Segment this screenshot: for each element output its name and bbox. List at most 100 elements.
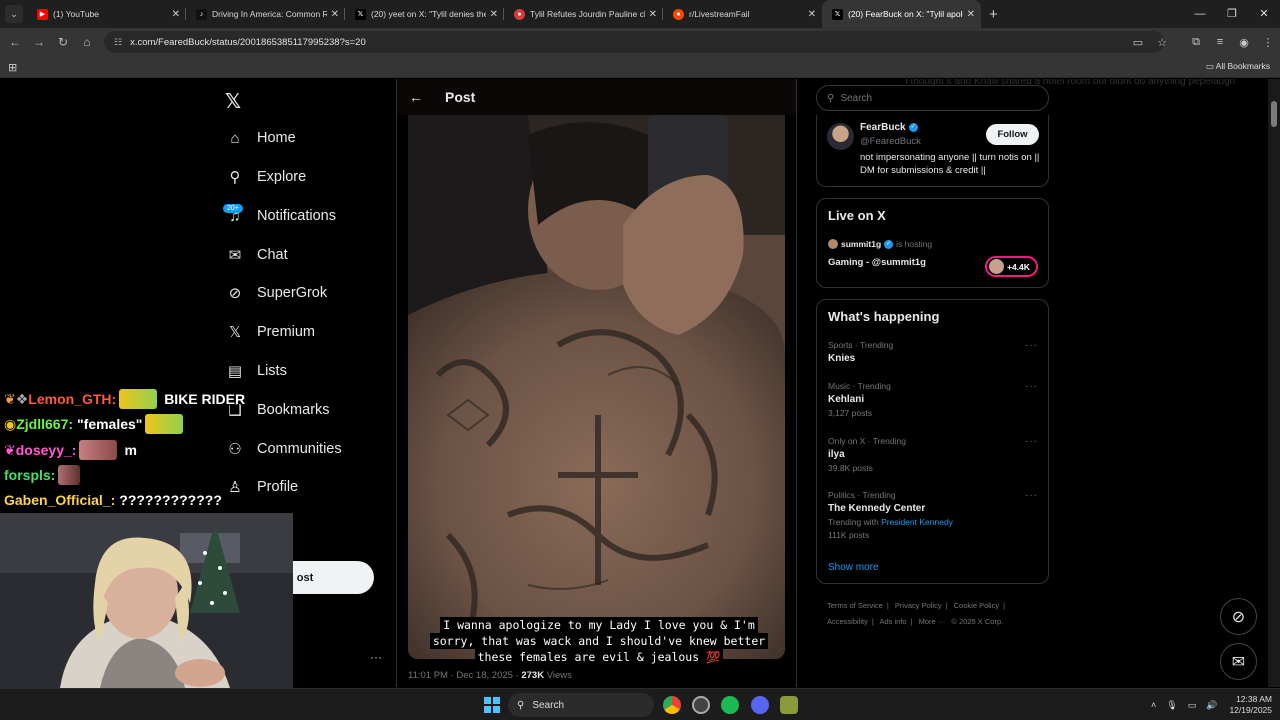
chevron-up-icon[interactable]: ˄: [1151, 700, 1156, 710]
apps-icon[interactable]: ⊞: [8, 61, 17, 74]
ads-info-link[interactable]: Ads info: [879, 617, 906, 626]
menu-icon[interactable]: ⋮: [1256, 36, 1280, 49]
close-window-button[interactable]: ✕: [1248, 0, 1280, 28]
minimize-button[interactable]: —: [1184, 0, 1216, 28]
reload-icon[interactable]: ↻: [51, 35, 75, 49]
nav-label: Home: [257, 130, 296, 146]
nav-premium[interactable]: 𝕏 Premium: [224, 317, 315, 347]
chat-text: "females": [77, 416, 143, 432]
star-icon[interactable]: ☆: [1150, 36, 1174, 49]
avatar[interactable]: ◉: [1232, 36, 1256, 49]
discord-icon[interactable]: [751, 696, 769, 714]
profile-name-text: FearBuck: [860, 122, 906, 133]
tab-tiktok[interactable]: ♪ Driving In America: Common R ✕: [186, 0, 345, 28]
system-tray: ˄ 🎙 ▭ 🔊 12:38 AM 12/19/2025: [1141, 689, 1272, 720]
close-icon[interactable]: ✕: [490, 9, 498, 20]
footer-separator: |: [871, 617, 874, 626]
follow-button[interactable]: Follow: [986, 124, 1039, 145]
tab-search-button[interactable]: ⌄: [5, 5, 23, 23]
privacy-link[interactable]: Privacy Policy: [895, 601, 942, 610]
accessibility-link[interactable]: Accessibility: [827, 617, 868, 626]
nav-chat[interactable]: ✉ Chat: [224, 240, 288, 270]
live-host[interactable]: summit1g ✓ is hosting: [828, 239, 932, 249]
grok-icon[interactable]: ⊘: [1220, 598, 1257, 635]
trend-item[interactable]: Politics · Trending The Kennedy Center T…: [828, 490, 1038, 540]
show-more-link[interactable]: Show more: [828, 562, 879, 573]
windows-start-icon[interactable]: [484, 697, 500, 713]
emote: [145, 414, 184, 434]
trend-item[interactable]: Sports · Trending Knies ···: [828, 340, 1038, 364]
column-divider: [396, 79, 397, 687]
messages-icon[interactable]: ✉: [1220, 643, 1257, 680]
avatar[interactable]: [827, 123, 854, 150]
trend-item[interactable]: Only on X · Trending ilya 39.8K posts ··…: [828, 436, 1038, 473]
cast-icon[interactable]: ▭: [1126, 36, 1150, 49]
close-icon[interactable]: ✕: [808, 9, 816, 20]
forward-icon[interactable]: →: [27, 35, 51, 49]
close-icon[interactable]: ✕: [331, 9, 339, 20]
reading-list-icon[interactable]: ≡: [1208, 36, 1232, 48]
app-icon[interactable]: [692, 696, 710, 714]
spotify-icon[interactable]: [721, 696, 739, 714]
chat-username: forspls:: [4, 467, 56, 483]
account-more-icon[interactable]: ···: [370, 650, 382, 664]
nav-profile[interactable]: ♙ Profile: [224, 472, 298, 502]
microphone-icon[interactable]: 🎙: [1166, 700, 1177, 711]
profile-name[interactable]: FearBuck ✓: [860, 122, 918, 133]
chrome-icon[interactable]: [663, 696, 681, 714]
close-icon[interactable]: ✕: [172, 9, 180, 20]
live-listeners-badge[interactable]: +4.4K: [985, 256, 1038, 277]
scrollbar-thumb[interactable]: [1271, 101, 1277, 127]
x-logo-icon[interactable]: 𝕏: [225, 89, 241, 114]
new-tab-button[interactable]: +: [989, 6, 998, 23]
close-icon[interactable]: ✕: [649, 9, 657, 20]
terms-link[interactable]: Terms of Service: [827, 601, 883, 610]
nav-supergrok[interactable]: ⊘ SuperGrok: [224, 278, 327, 308]
trend-meta: Sports · Trending: [828, 340, 894, 350]
nav-label: Notifications: [257, 208, 336, 224]
post-media-image[interactable]: [408, 115, 785, 659]
nav-home[interactable]: ⌂ Home: [224, 123, 296, 153]
bookmarks-bar: ⊞ ▭ All Bookmarks: [0, 56, 1280, 78]
list-icon: ▤: [227, 363, 243, 380]
profile-handle[interactable]: @FearedBuck: [860, 136, 921, 147]
tab-reddit-article[interactable]: ● Tylil Refutes Jourdin Pauline cla ✕: [504, 0, 663, 28]
page-scrollbar[interactable]: [1268, 79, 1280, 687]
tab-fearbuck[interactable]: 𝕏 (20) FearBuck on X: "Tylil apolo ✕: [822, 0, 981, 28]
notification-badge: 20+: [223, 204, 243, 213]
live-stream-title[interactable]: Gaming - @summit1g: [828, 257, 926, 268]
caption-text: I wanna apologize to my Lady I love you …: [429, 617, 769, 665]
trend-item[interactable]: Music · Trending Kehlani 3,127 posts ···: [828, 381, 1038, 418]
more-icon[interactable]: ···: [1025, 490, 1038, 501]
trending-with-link[interactable]: President Kennedy: [881, 517, 953, 527]
nav-communities[interactable]: ⚇ Communities: [224, 434, 341, 464]
more-icon[interactable]: ···: [1025, 436, 1038, 447]
more-icon[interactable]: ···: [1025, 340, 1038, 351]
close-icon[interactable]: ✕: [967, 9, 975, 20]
tab-livestreamfail[interactable]: ● r/LivestreamFail ✕: [663, 0, 822, 28]
clock[interactable]: 12:38 AM 12/19/2025: [1229, 694, 1272, 716]
cookie-link[interactable]: Cookie Policy: [954, 601, 999, 610]
tab-yeet[interactable]: 𝕏 (20) yeet on X: "Tylil denies the ✕: [345, 0, 504, 28]
more-icon[interactable]: ···: [1025, 381, 1038, 392]
search-input[interactable]: ⚲ Search: [816, 85, 1049, 111]
app-icon[interactable]: [780, 696, 798, 714]
taskbar-search[interactable]: ⚲ Search: [508, 693, 654, 717]
chat-username: Zjdll667:: [16, 416, 74, 432]
nav-lists[interactable]: ▤ Lists: [224, 356, 287, 386]
site-info-icon[interactable]: ☷: [114, 37, 122, 48]
back-icon[interactable]: ←: [3, 35, 27, 49]
nav-label: Chat: [257, 247, 288, 263]
address-bar[interactable]: ☷ x.com/FearedBuck/status/20018653851179…: [104, 31, 1164, 53]
restore-button[interactable]: ❐: [1216, 0, 1248, 28]
tab-youtube[interactable]: ▶ (1) YouTube ✕: [27, 0, 186, 28]
trend-name: ilya: [828, 449, 845, 460]
more-link[interactable]: More ···: [919, 617, 946, 626]
all-bookmarks[interactable]: ▭ All Bookmarks: [1206, 61, 1270, 72]
volume-icon[interactable]: 🔊: [1206, 700, 1217, 711]
display-icon[interactable]: ▭: [1188, 700, 1197, 711]
back-arrow-icon[interactable]: ←: [409, 89, 423, 105]
extensions-icon[interactable]: ⧉: [1184, 36, 1208, 49]
nav-explore[interactable]: ⚲ Explore: [224, 162, 307, 192]
home-icon[interactable]: ⌂: [75, 35, 99, 49]
